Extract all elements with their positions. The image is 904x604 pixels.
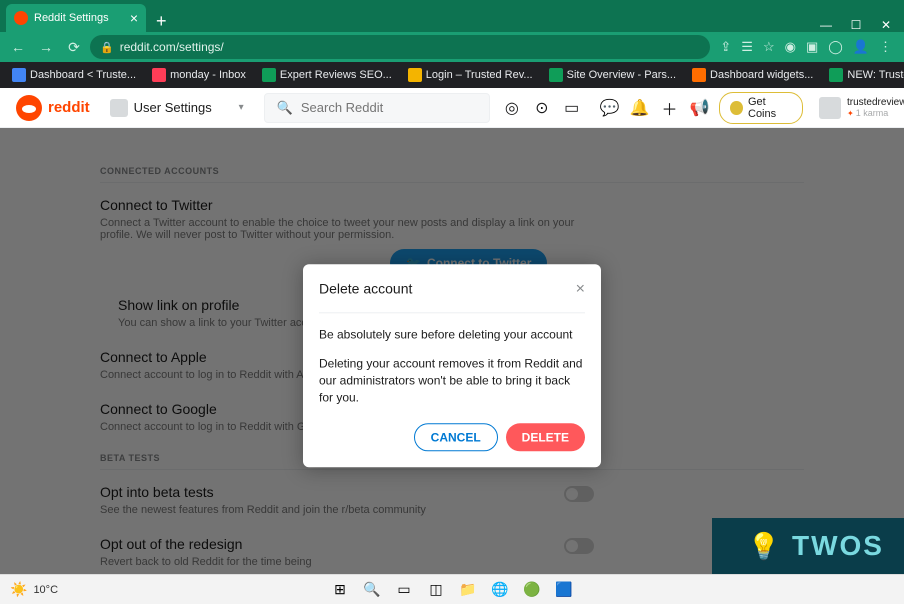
url-text: reddit.com/settings/: [120, 40, 224, 54]
modal-warning: Be absolutely sure before deleting your …: [319, 327, 585, 341]
popular-icon[interactable]: ◎: [502, 98, 522, 118]
live-icon[interactable]: ▭: [562, 98, 582, 118]
create-post-icon[interactable]: ＋: [660, 96, 680, 120]
chat-icon[interactable]: 💬: [600, 98, 620, 118]
modal-title: Delete account: [319, 280, 412, 296]
bookmark-item[interactable]: Dashboard widgets...: [686, 66, 819, 84]
cancel-button[interactable]: CANCEL: [414, 424, 498, 452]
search-icon: 🔍: [277, 100, 293, 116]
forward-button[interactable]: →: [34, 39, 58, 55]
lock-icon: 🔒: [100, 41, 114, 54]
user-settings-icon: [110, 99, 128, 117]
notifications-icon[interactable]: 🔔: [630, 98, 650, 118]
weather-icon: ☀️: [10, 581, 27, 598]
watermark: 💡 TWOS: [712, 518, 904, 574]
tab-title: Reddit Settings: [34, 12, 130, 24]
close-window-button[interactable]: ✕: [872, 18, 900, 32]
bookmark-item[interactable]: Site Overview - Pars...: [543, 66, 682, 84]
modal-header: Delete account ×: [319, 280, 585, 313]
browser-actions: ⇪ ☰ ☆ ◉ ▣ ◯ 👤 ⋮: [714, 39, 898, 55]
temperature: 10°C: [33, 584, 58, 596]
chrome-icon[interactable]: 🟢: [518, 579, 546, 601]
reddit-favicon: [14, 11, 28, 25]
address-bar[interactable]: 🔒 reddit.com/settings/: [90, 35, 710, 59]
window-controls: — ☐ ✕: [812, 18, 904, 32]
chevron-down-icon: ▾: [239, 102, 244, 113]
reddit-logo[interactable]: reddit: [16, 95, 90, 121]
nav-dropdown[interactable]: User Settings ▾: [102, 95, 252, 121]
start-button[interactable]: ⊞: [326, 579, 354, 601]
bookmarks-bar: Dashboard < Truste... monday - Inbox Exp…: [0, 62, 904, 88]
get-coins-button[interactable]: Get Coins: [719, 92, 803, 124]
search-taskbar-icon[interactable]: 🔍: [358, 579, 386, 601]
explorer-icon[interactable]: 📁: [454, 579, 482, 601]
coin-icon: [730, 101, 743, 115]
back-button[interactable]: ←: [6, 39, 30, 55]
bookmark-item[interactable]: Dashboard < Truste...: [6, 66, 142, 84]
edge-icon[interactable]: 🌐: [486, 579, 514, 601]
windows-taskbar: ☀️ 10°C ⊞ 🔍 ▭ ◫ 📁 🌐 🟢 🟦: [0, 574, 904, 604]
advertise-icon[interactable]: 📢: [689, 98, 709, 118]
browser-titlebar: Reddit Settings × + — ☐ ✕: [0, 0, 904, 32]
karma-count: 1 karma: [847, 108, 904, 118]
all-icon[interactable]: ⊙: [532, 98, 552, 118]
username: trustedreviews1: [847, 97, 904, 108]
profile-icon[interactable]: 👤: [853, 39, 869, 55]
delete-account-modal: Delete account × Be absolutely sure befo…: [303, 264, 601, 467]
new-tab-button[interactable]: +: [146, 11, 177, 32]
search-bar[interactable]: 🔍: [264, 93, 490, 123]
search-input[interactable]: [301, 100, 477, 115]
task-view-icon[interactable]: ▭: [390, 579, 418, 601]
lightbulb-icon: 💡: [748, 531, 782, 562]
delete-button[interactable]: DELETE: [506, 424, 585, 452]
browser-tab[interactable]: Reddit Settings ×: [6, 4, 146, 32]
modal-description: Deleting your account removes it from Re…: [319, 355, 585, 405]
extension-icon[interactable]: ☰: [741, 39, 753, 55]
minimize-button[interactable]: —: [812, 18, 840, 32]
browser-urlbar: ← → ⟳ 🔒 reddit.com/settings/ ⇪ ☰ ☆ ◉ ▣ ◯…: [0, 32, 904, 62]
reddit-wordmark: reddit: [48, 99, 90, 116]
modal-actions: CANCEL DELETE: [319, 424, 585, 452]
close-icon[interactable]: ×: [576, 280, 585, 298]
nav-dropdown-label: User Settings: [134, 100, 233, 115]
page-wrap: CONNECTED ACCOUNTS Connect to Twitter Co…: [0, 128, 904, 604]
header-icons: ◎ ⊙ ▭ 💬 🔔 ＋ 📢 Get Coins trustedreviews1 …: [502, 92, 904, 124]
share-icon[interactable]: ⇪: [720, 39, 731, 55]
bookmark-item[interactable]: Expert Reviews SEO...: [256, 66, 398, 84]
extension-square-icon[interactable]: ▣: [806, 39, 818, 55]
user-menu[interactable]: trustedreviews1 1 karma ▾: [813, 95, 904, 121]
bookmark-item[interactable]: NEW: Trusted Lapto...: [823, 66, 904, 84]
bookmark-item[interactable]: monday - Inbox: [146, 66, 252, 84]
reload-button[interactable]: ⟳: [62, 39, 86, 56]
extension-circle-icon[interactable]: ◯: [828, 39, 843, 55]
app-icon[interactable]: 🟦: [550, 579, 578, 601]
maximize-button[interactable]: ☐: [842, 18, 870, 32]
widgets-icon[interactable]: ◫: [422, 579, 450, 601]
reddit-header: reddit User Settings ▾ 🔍 ◎ ⊙ ▭ 💬 🔔 ＋ 📢 G…: [0, 88, 904, 128]
extension-dot-icon[interactable]: ◉: [785, 39, 796, 55]
menu-icon[interactable]: ⋮: [879, 39, 892, 55]
close-tab-icon[interactable]: ×: [130, 10, 138, 26]
avatar: [819, 97, 841, 119]
taskbar-apps: ⊞ 🔍 ▭ ◫ 📁 🌐 🟢 🟦: [326, 579, 578, 601]
bookmark-item[interactable]: Login – Trusted Rev...: [402, 66, 539, 84]
reddit-snoo-icon: [16, 95, 42, 121]
weather-widget[interactable]: ☀️ 10°C: [10, 581, 58, 598]
bookmark-icon[interactable]: ☆: [763, 39, 775, 55]
